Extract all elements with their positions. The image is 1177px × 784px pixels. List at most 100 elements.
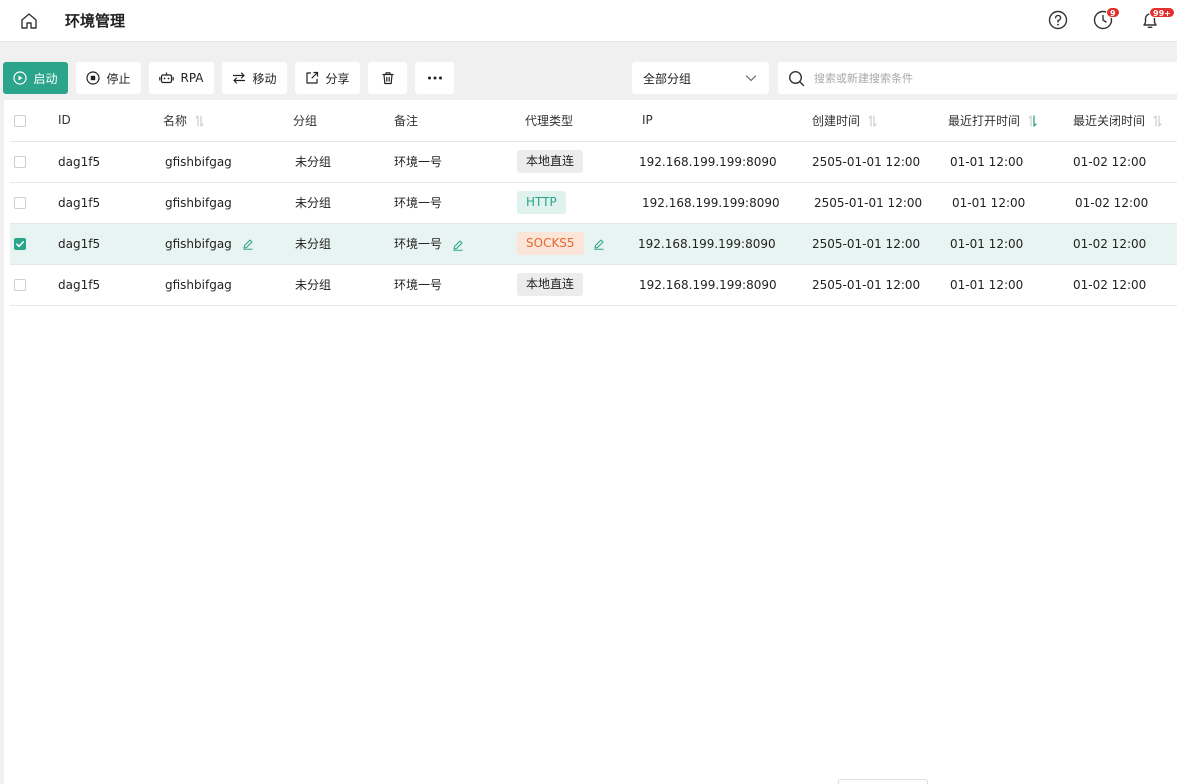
start-label: 启动 bbox=[33, 71, 58, 86]
edit-icon[interactable] bbox=[593, 238, 605, 250]
group-select[interactable]: 全部分组 bbox=[632, 62, 769, 94]
cell-created: 2505-01-01 12:00 bbox=[812, 141, 948, 183]
cell-created: 2505-01-01 12:00 bbox=[812, 182, 948, 224]
col-proxy: 代理类型 bbox=[525, 100, 642, 142]
cell-created: 2505-01-01 12:00 bbox=[812, 264, 948, 306]
sort-icon[interactable] bbox=[1153, 115, 1162, 127]
stop-button[interactable]: 停止 bbox=[76, 62, 141, 94]
play-icon bbox=[13, 71, 28, 85]
row-checkbox-checked[interactable] bbox=[14, 238, 26, 250]
edit-icon[interactable] bbox=[452, 239, 464, 251]
home-icon[interactable] bbox=[18, 10, 40, 32]
proxy-tag: SOCKS5 bbox=[517, 232, 584, 255]
top-bar: 环境管理 9 99+ bbox=[0, 0, 1177, 42]
cell-id: dag1f5 bbox=[58, 141, 163, 183]
trash-icon bbox=[382, 72, 393, 85]
cell-ip: 192.168.199.199:8090 bbox=[639, 154, 777, 169]
table-row[interactable]: dag1f5 gfishbifgag 未分组 环境一号 HTTP 192.168… bbox=[10, 182, 1177, 224]
col-last-open[interactable]: 最近打开时间 bbox=[948, 100, 1073, 142]
stop-icon bbox=[86, 71, 101, 85]
cell-last-close: 01-02 12:00 bbox=[1073, 264, 1177, 306]
pagination-stub bbox=[838, 779, 928, 784]
table-row[interactable]: dag1f5 gfishbifgag 未分组 环境一号 本地直连 192.168… bbox=[10, 141, 1177, 183]
cell-group: 未分组 bbox=[293, 223, 394, 265]
delete-button[interactable] bbox=[368, 62, 407, 94]
cell-last-close: 01-02 12:00 bbox=[1073, 141, 1177, 183]
sort-icon[interactable] bbox=[195, 115, 204, 127]
col-group: 分组 bbox=[293, 100, 394, 142]
share-button[interactable]: 分享 bbox=[295, 62, 360, 94]
cell-group: 未分组 bbox=[293, 141, 394, 183]
cell-last-open: 01-01 12:00 bbox=[948, 223, 1073, 265]
cell-note: 环境一号 bbox=[394, 264, 525, 306]
sort-desc-icon[interactable] bbox=[1028, 115, 1037, 127]
cell-group: 未分组 bbox=[293, 182, 394, 224]
cell-last-close: 01-02 12:00 bbox=[1073, 223, 1177, 265]
cell-note: 环境一号 bbox=[394, 141, 525, 183]
search-icon bbox=[788, 70, 805, 86]
select-all-checkbox[interactable] bbox=[14, 114, 26, 127]
swap-icon bbox=[233, 72, 246, 84]
start-button[interactable]: 启动 bbox=[3, 62, 68, 94]
cell-last-open: 01-01 12:00 bbox=[948, 182, 1073, 224]
col-ip: IP bbox=[642, 100, 812, 142]
col-created[interactable]: 创建时间 bbox=[812, 100, 948, 142]
search-input[interactable] bbox=[814, 71, 1114, 85]
cell-last-open: 01-01 12:00 bbox=[948, 141, 1073, 183]
chevron-down-icon bbox=[745, 75, 757, 82]
col-created-label: 创建时间 bbox=[812, 113, 861, 128]
rpa-label: RPA bbox=[180, 71, 204, 85]
group-select-value: 全部分组 bbox=[643, 71, 692, 86]
move-label: 移动 bbox=[252, 71, 277, 86]
cell-name: gfishbifgag bbox=[165, 195, 232, 210]
cell-name: gfishbifgag bbox=[165, 236, 232, 251]
table-row-selected[interactable]: dag1f5 gfishbifgag 未分组 环境一号 SOCKS5 192.1… bbox=[10, 223, 1177, 265]
check-icon bbox=[16, 241, 25, 248]
cell-last-open: 01-01 12:00 bbox=[948, 264, 1073, 306]
col-note: 备注 bbox=[394, 100, 525, 142]
cell-last-close: 01-02 12:00 bbox=[1073, 182, 1177, 224]
col-name[interactable]: 名称 bbox=[163, 100, 293, 142]
table-header-row: ID 名称 分组 备注 代理类型 IP 创建时间 最近打开时间 最近关闭时间 bbox=[10, 100, 1177, 142]
col-name-label: 名称 bbox=[163, 113, 188, 128]
share-label: 分享 bbox=[325, 71, 350, 86]
cell-note: 环境一号 bbox=[394, 237, 443, 251]
rpa-button[interactable]: RPA bbox=[149, 62, 214, 94]
more-icon bbox=[427, 76, 442, 80]
cell-ip: 192.168.199.199:8090 bbox=[642, 195, 780, 210]
row-checkbox[interactable] bbox=[14, 156, 26, 168]
edit-icon[interactable] bbox=[242, 238, 254, 250]
cell-ip: 192.168.199.199:8090 bbox=[638, 236, 776, 251]
robot-icon bbox=[159, 72, 175, 84]
cell-id: dag1f5 bbox=[58, 182, 163, 224]
sort-icon[interactable] bbox=[868, 115, 877, 127]
col-last-open-label: 最近打开时间 bbox=[948, 113, 1021, 128]
cell-name: gfishbifgag bbox=[165, 277, 232, 292]
environment-table: ID 名称 分组 备注 代理类型 IP 创建时间 最近打开时间 最近关闭时间 d… bbox=[10, 100, 1177, 306]
proxy-tag: HTTP bbox=[517, 191, 566, 214]
proxy-tag: 本地直连 bbox=[517, 273, 584, 296]
search-box bbox=[778, 62, 1177, 94]
cell-ip: 192.168.199.199:8090 bbox=[639, 277, 777, 292]
page-title: 环境管理 bbox=[65, 12, 126, 30]
history-badge: 9 bbox=[1106, 7, 1120, 18]
cell-name: gfishbifgag bbox=[165, 154, 232, 169]
col-id: ID bbox=[58, 100, 163, 142]
table-row[interactable]: dag1f5 gfishbifgag 未分组 环境一号 本地直连 192.168… bbox=[10, 264, 1177, 306]
help-icon[interactable] bbox=[1047, 9, 1069, 31]
more-button[interactable] bbox=[415, 62, 454, 94]
table-panel: ID 名称 分组 备注 代理类型 IP 创建时间 最近打开时间 最近关闭时间 d… bbox=[4, 100, 1177, 784]
cell-id: dag1f5 bbox=[58, 264, 163, 306]
move-button[interactable]: 移动 bbox=[222, 62, 287, 94]
cell-created: 2505-01-01 12:00 bbox=[812, 223, 948, 265]
share-icon bbox=[306, 71, 319, 84]
col-last-close[interactable]: 最近关闭时间 bbox=[1073, 100, 1177, 142]
cell-id: dag1f5 bbox=[58, 223, 163, 265]
col-last-close-label: 最近关闭时间 bbox=[1073, 113, 1146, 128]
proxy-tag: 本地直连 bbox=[517, 150, 584, 173]
row-checkbox[interactable] bbox=[14, 279, 26, 291]
row-checkbox[interactable] bbox=[14, 197, 26, 209]
stop-label: 停止 bbox=[106, 71, 131, 86]
cell-group: 未分组 bbox=[293, 264, 394, 306]
notify-badge: 99+ bbox=[1149, 7, 1175, 18]
